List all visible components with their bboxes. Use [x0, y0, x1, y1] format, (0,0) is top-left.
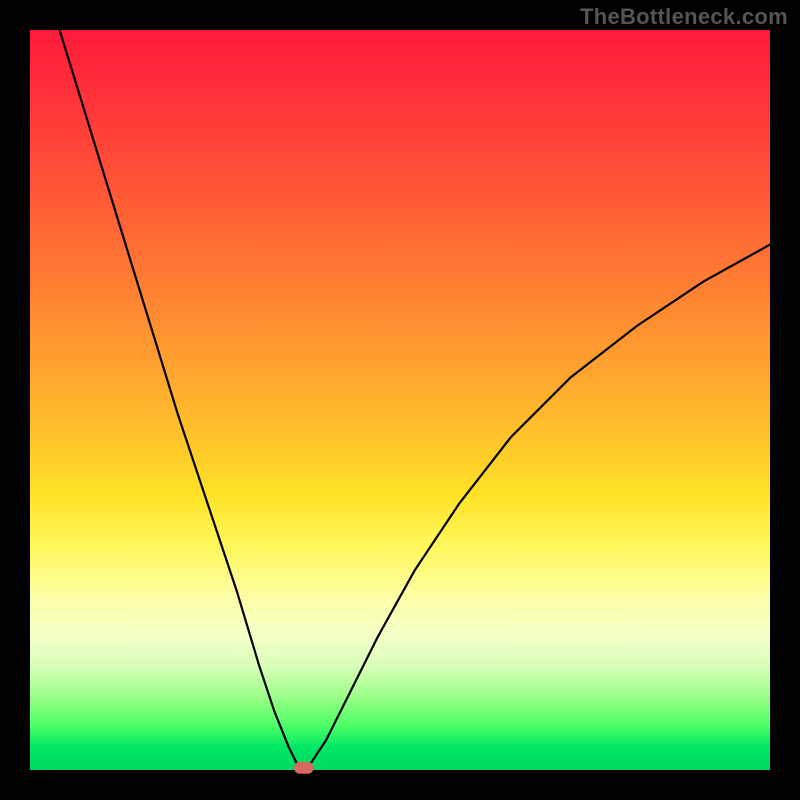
bottleneck-curve [60, 30, 770, 768]
optimal-point-marker [294, 762, 313, 774]
plot-area [30, 30, 770, 770]
chart-frame: TheBottleneck.com [0, 0, 800, 800]
curve-svg [30, 30, 770, 770]
watermark-text: TheBottleneck.com [580, 4, 788, 30]
